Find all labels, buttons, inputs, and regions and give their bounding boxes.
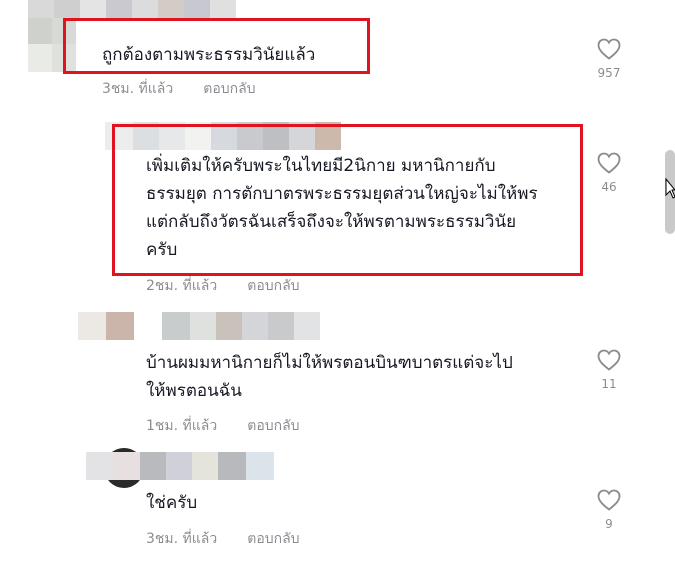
- comment-1-meta: 3ชม. ที่แล้ว ตอบกลับ: [102, 78, 256, 100]
- comment-2-meta: 2ชม. ที่แล้ว ตอบกลับ: [146, 275, 300, 297]
- blurred-username-4: [86, 452, 274, 480]
- comment-3-like: 11: [589, 349, 629, 391]
- comment-3-reply-button[interactable]: ตอบกลับ: [247, 415, 299, 437]
- comment-4-like-count: 9: [605, 517, 613, 531]
- heart-outline-icon[interactable]: [597, 489, 621, 511]
- comment-4-reply-button[interactable]: ตอบกลับ: [247, 528, 299, 550]
- blurred-username: [28, 0, 236, 18]
- comment-4-like: 9: [589, 489, 629, 531]
- comment-2-like: 46: [589, 152, 629, 194]
- comment-2-reply-button[interactable]: ตอบกลับ: [247, 275, 299, 297]
- comment-3-time: 1ชม. ที่แล้ว: [146, 418, 218, 434]
- comment-1-like-count: 957: [597, 66, 621, 80]
- comment-1-time: 3ชม. ที่แล้ว: [102, 81, 174, 97]
- comment-2-time: 2ชม. ที่แล้ว: [146, 278, 218, 294]
- heart-outline-icon[interactable]: [597, 38, 621, 60]
- comment-1-like: 957: [589, 38, 629, 80]
- heart-outline-icon[interactable]: [597, 349, 621, 371]
- comment-3-like-count: 11: [601, 377, 617, 391]
- comment-4-text: ใช่ครับ: [146, 493, 198, 513]
- comment-1-text: ถูกต้องตามพระธรรมวินัยแล้ว: [102, 45, 316, 65]
- heart-outline-icon[interactable]: [597, 152, 621, 174]
- comment-4-meta: 3ชม. ที่แล้ว ตอบกลับ: [146, 528, 300, 550]
- mouse-cursor-icon: [665, 178, 675, 199]
- comment-2-like-count: 46: [601, 180, 617, 194]
- comment-4-time: 3ชม. ที่แล้ว: [146, 531, 218, 547]
- comment-3-text: บ้านผมมหานิกายก็ไม่ให้พรตอนบินฑบาตรแต่จะ…: [146, 353, 513, 401]
- comment-1-reply-button[interactable]: ตอบกลับ: [203, 78, 255, 100]
- comment-3-meta: 1ชม. ที่แล้ว ตอบกลับ: [146, 415, 300, 437]
- blurred-avatar-3: [78, 312, 134, 340]
- blurred-username-3: [162, 312, 320, 340]
- comment-2-text: เพิ่มเติมให้ครับพระในไทยมี2นิกาย มหานิกา…: [146, 156, 538, 260]
